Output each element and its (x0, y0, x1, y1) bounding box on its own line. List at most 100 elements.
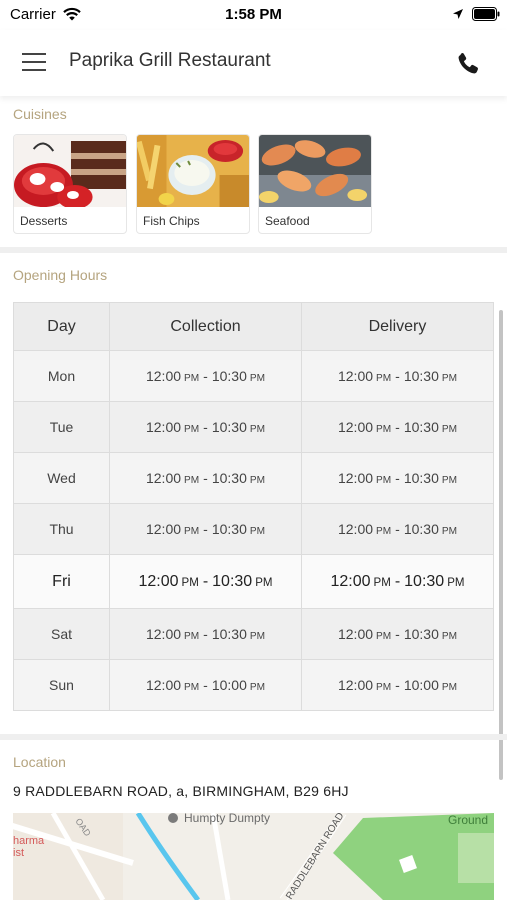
opening-hours-table: Day Collection Delivery Mon 12:00 PM -10:30… (13, 302, 494, 711)
cuisine-card-desserts[interactable]: Desserts (13, 134, 127, 234)
seafood-image (259, 135, 371, 207)
ampm-label: PM (184, 424, 200, 435)
ampm-label: PM (249, 682, 265, 693)
time-value: 12:00 (337, 521, 374, 537)
status-bar: Carrier 1:58 PM (0, 0, 507, 30)
time-value: 10:00 (403, 677, 439, 693)
time-separator: - (203, 626, 208, 642)
time-value: 12:00 (145, 419, 182, 435)
delivery-hours-cell: 12:00 PM -10:30 PM (301, 554, 494, 609)
time-separator: - (203, 419, 208, 435)
collection-hours-cell: 12:00 PM -10:30 PM (109, 452, 302, 504)
cuisine-card-fish-chips[interactable]: Fish Chips (136, 134, 250, 234)
ampm-label: PM (255, 576, 273, 589)
time-value: 10:30 (403, 470, 439, 486)
ampm-label: PM (441, 631, 457, 642)
restaurant-address: 9 RADDLEBARN ROAD, a, BIRMINGHAM, B29 6H… (13, 783, 349, 799)
delivery-hours-cell: 12:00 PM -10:30 PM (301, 503, 494, 555)
delivery-hours-cell: 12:00 PM -10:30 PM (301, 452, 494, 504)
collection-hours-cell: 12:00 PM -10:00 PM (109, 659, 302, 711)
ampm-label: PM (376, 373, 392, 384)
desserts-image (14, 135, 126, 209)
hours-row-wed: Wed 12:00 PM -10:30 PM 12:00 PM -10:30 PM (13, 452, 494, 504)
cuisines-heading: Cuisines (13, 106, 67, 122)
ampm-label: PM (249, 631, 265, 642)
ampm-label: PM (441, 526, 457, 537)
scroll-indicator[interactable] (499, 310, 503, 780)
ampm-label: PM (181, 576, 199, 589)
clock: 1:58 PM (225, 6, 282, 23)
time-separator: - (202, 572, 209, 590)
delivery-hours-cell: 12:00 PM -10:30 PM (301, 401, 494, 453)
time-value: 10:30 (403, 419, 439, 435)
day-cell: Sun (13, 659, 110, 711)
ampm-label: PM (249, 475, 265, 486)
cuisine-label: Fish Chips (143, 214, 200, 228)
day-cell: Mon (13, 350, 110, 402)
cuisine-label: Seafood (265, 214, 310, 228)
time-value: 10:30 (211, 521, 247, 537)
day-cell: Tue (13, 401, 110, 453)
time-value: 12:00 (145, 368, 182, 384)
opening-hours-heading: Opening Hours (13, 267, 108, 283)
location-map[interactable]: Humpty Dumpty harma ist Ground RADDLEBAR… (13, 813, 494, 900)
time-value: 12:00 (330, 572, 371, 590)
collection-hours-cell: 12:00 PM -10:30 PM (109, 554, 302, 609)
time-value: 10:30 (403, 626, 439, 642)
cuisine-card-seafood[interactable]: Seafood (258, 134, 372, 234)
time-separator: - (394, 572, 401, 590)
ampm-label: PM (249, 424, 265, 435)
fish-chips-image (137, 135, 249, 207)
time-separator: - (395, 419, 400, 435)
collection-hours-cell: 12:00 PM -10:30 PM (109, 503, 302, 555)
day-cell: Thu (13, 503, 110, 555)
ampm-label: PM (376, 526, 392, 537)
collection-hours-cell: 12:00 PM -10:30 PM (109, 401, 302, 453)
time-separator: - (203, 470, 208, 486)
phone-icon[interactable] (454, 50, 482, 78)
ampm-label: PM (376, 424, 392, 435)
location-arrow-icon (453, 9, 463, 19)
page-title: Paprika Grill Restaurant (69, 50, 271, 71)
time-separator: - (203, 368, 208, 384)
time-value: 12:00 (145, 521, 182, 537)
day-cell: Wed (13, 452, 110, 504)
time-separator: - (395, 368, 400, 384)
time-separator: - (203, 521, 208, 537)
delivery-hours-cell: 12:00 PM -10:30 PM (301, 350, 494, 402)
delivery-hours-cell: 12:00 PM -10:30 PM (301, 608, 494, 660)
map-poi-humpty-dumpty: Humpty Dumpty (184, 813, 270, 825)
ampm-label: PM (249, 526, 265, 537)
ampm-label: PM (376, 682, 392, 693)
ampm-label: PM (184, 526, 200, 537)
ampm-label: PM (373, 576, 391, 589)
ampm-label: PM (249, 373, 265, 384)
hamburger-menu-icon[interactable] (22, 50, 48, 74)
time-value: 12:00 (145, 677, 182, 693)
column-header-day: Day (13, 302, 110, 351)
time-value: 12:00 (337, 626, 374, 642)
time-value: 12:00 (337, 419, 374, 435)
delivery-hours-cell: 12:00 PM -10:00 PM (301, 659, 494, 711)
ampm-label: PM (376, 475, 392, 486)
collection-hours-cell: 12:00 PM -10:30 PM (109, 350, 302, 402)
time-value: 12:00 (337, 677, 374, 693)
battery-icon (472, 7, 500, 21)
hours-row-sat: Sat 12:00 PM -10:30 PM 12:00 PM -10:30 PM (13, 608, 494, 660)
map-poi-ground: Ground (448, 813, 488, 827)
hours-row-tue: Tue 12:00 PM -10:30 PM 12:00 PM -10:30 PM (13, 401, 494, 453)
time-value: 10:30 (403, 368, 439, 384)
location-heading: Location (13, 754, 66, 770)
time-value: 10:30 (404, 572, 445, 590)
hours-row-fri: Fri 12:00 PM -10:30 PM 12:00 PM -10:30 PM (13, 554, 494, 609)
ampm-label: PM (441, 682, 457, 693)
time-separator: - (395, 677, 400, 693)
map-poi-pharmacy-line2: ist (13, 847, 24, 859)
time-value: 12:00 (138, 572, 179, 590)
ampm-label: PM (441, 373, 457, 384)
time-value: 12:00 (145, 470, 182, 486)
hours-row-mon: Mon 12:00 PM -10:30 PM 12:00 PM -10:30 PM (13, 350, 494, 402)
section-divider (0, 247, 507, 253)
time-value: 10:30 (211, 419, 247, 435)
ampm-label: PM (441, 424, 457, 435)
